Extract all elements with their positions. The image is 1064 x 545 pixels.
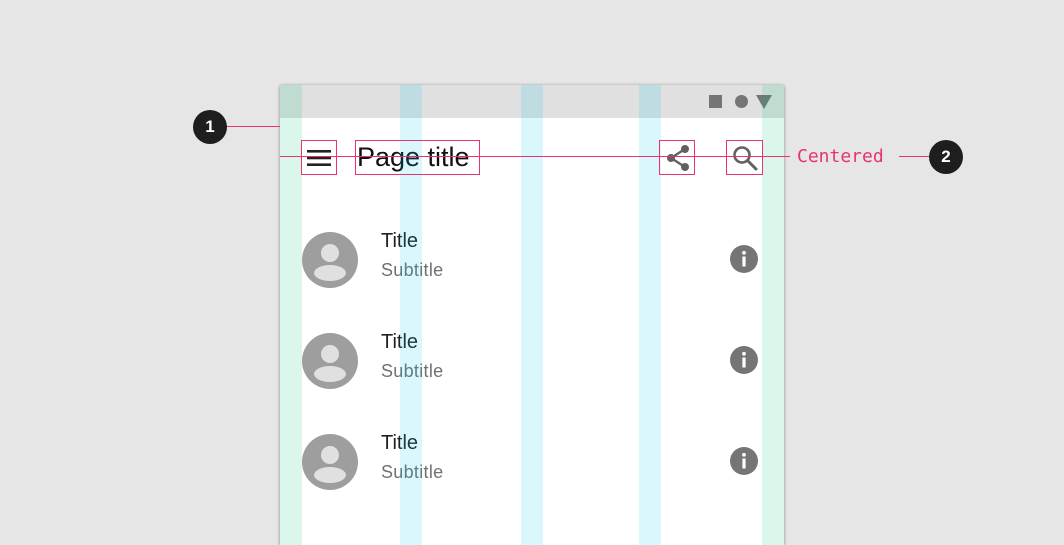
callout-2: 2	[929, 140, 963, 174]
grid-margin-left	[280, 85, 302, 545]
callout-1-leader	[226, 126, 280, 127]
person-icon	[302, 333, 358, 389]
square-icon	[709, 95, 722, 108]
title-highlight	[355, 140, 480, 175]
info-icon[interactable]	[730, 346, 758, 374]
menu-icon-highlight	[301, 140, 337, 175]
grid-gutter	[521, 85, 543, 545]
callout-2-leader-a	[763, 156, 790, 157]
search-icon-highlight	[726, 140, 763, 175]
share-icon-highlight	[659, 140, 695, 175]
info-icon[interactable]	[730, 245, 758, 273]
person-icon	[302, 232, 358, 288]
centered-label: Centered	[797, 146, 884, 167]
callout-1: 1	[193, 110, 227, 144]
callout-2-leader-b	[899, 156, 931, 157]
baseline-line	[280, 156, 784, 157]
person-icon	[302, 434, 358, 490]
grid-margin-right	[762, 85, 784, 545]
info-icon[interactable]	[730, 447, 758, 475]
circle-icon	[735, 95, 748, 108]
grid-gutter	[639, 85, 661, 545]
